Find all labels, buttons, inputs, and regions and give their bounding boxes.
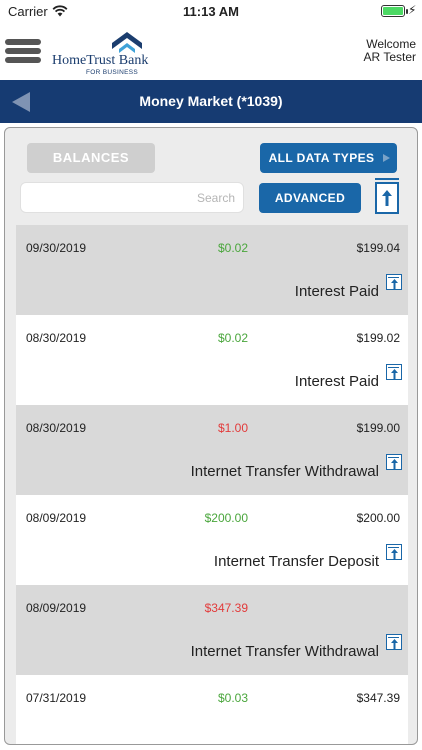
- logo-roof-icon: [112, 32, 142, 53]
- transaction-balance: $347.39: [356, 691, 400, 705]
- app-header: HomeTrust Bank FOR BUSINESS Welcome AR T…: [0, 24, 422, 80]
- all-data-types-button[interactable]: ALL DATA TYPES: [260, 143, 397, 173]
- upload-icon[interactable]: [386, 544, 402, 560]
- balances-button[interactable]: BALANCES: [27, 143, 155, 173]
- transaction-amount: $200.00: [204, 511, 248, 525]
- nav-bar: Money Market (*1039): [0, 80, 422, 123]
- status-bar: Carrier 11:13 AM ⚡: [0, 0, 422, 24]
- transaction-amount: $347.39: [204, 601, 248, 615]
- transaction-date: 08/09/2019: [26, 601, 87, 615]
- upload-icon[interactable]: [386, 634, 402, 650]
- transaction-balance: $199.00: [356, 421, 400, 435]
- triangle-right-icon: [383, 154, 390, 162]
- transaction-date: 07/31/2019: [26, 691, 87, 705]
- transaction-description: Internet Transfer Withdrawal: [190, 643, 379, 660]
- welcome-message: Welcome AR Tester: [364, 38, 416, 64]
- transaction-amount: $0.02: [217, 331, 248, 345]
- transaction-row[interactable]: 08/09/2019 $347.39 Internet Transfer Wit…: [16, 585, 408, 675]
- transaction-date: 09/30/2019: [26, 241, 87, 255]
- page-title: Money Market (*1039): [139, 93, 283, 109]
- all-data-types-label: ALL DATA TYPES: [268, 151, 375, 165]
- transaction-date: 08/09/2019: [26, 511, 87, 525]
- transaction-balance: $200.00: [356, 511, 400, 525]
- upload-icon[interactable]: [386, 454, 402, 470]
- transaction-row[interactable]: 08/09/2019 $200.00 $200.00 Internet Tran…: [16, 495, 408, 585]
- bank-logo: HomeTrust Bank FOR BUSINESS: [48, 27, 148, 77]
- advanced-button[interactable]: ADVANCED: [259, 183, 361, 213]
- charging-icon: ⚡: [408, 3, 417, 17]
- transaction-amount: $0.03: [217, 691, 248, 705]
- upload-icon[interactable]: [386, 364, 402, 380]
- transaction-row[interactable]: 08/30/2019 $0.02 $199.02 Interest Paid: [16, 315, 408, 405]
- upload-icon[interactable]: [386, 274, 402, 290]
- search-input[interactable]: [20, 182, 244, 213]
- transaction-balance: $199.02: [356, 331, 400, 345]
- upload-icon[interactable]: [375, 178, 399, 214]
- logo-name: HomeTrust Bank: [52, 53, 149, 68]
- transaction-row[interactable]: 09/30/2019 $0.02 $199.04 Interest Paid: [16, 225, 408, 315]
- transaction-row[interactable]: 08/30/2019 $1.00 $199.00 Internet Transf…: [16, 405, 408, 495]
- transaction-description: Interest Paid: [294, 283, 379, 300]
- logo-subtitle: FOR BUSINESS: [86, 69, 138, 76]
- transactions-panel: BALANCES ALL DATA TYPES ADVANCED 09/30/2…: [4, 127, 418, 745]
- transaction-description: Interest Paid: [294, 373, 379, 390]
- user-name: AR Tester: [363, 50, 416, 64]
- transaction-date: 08/30/2019: [26, 421, 87, 435]
- transaction-date: 08/30/2019: [26, 331, 87, 345]
- transaction-description: Internet Transfer Deposit: [213, 553, 379, 570]
- transaction-amount: $1.00: [217, 421, 248, 435]
- transaction-amount: $0.02: [217, 241, 248, 255]
- status-time: 11:13 AM: [183, 4, 239, 19]
- transaction-description: Internet Transfer Withdrawal: [190, 463, 379, 480]
- battery-icon: [381, 5, 408, 17]
- transaction-balance: $199.04: [356, 241, 400, 255]
- transaction-row[interactable]: 07/31/2019 $0.03 $347.39: [16, 675, 408, 744]
- transaction-list: 09/30/2019 $0.02 $199.04 Interest Paid 0…: [16, 225, 408, 744]
- hamburger-menu-icon[interactable]: [5, 39, 41, 63]
